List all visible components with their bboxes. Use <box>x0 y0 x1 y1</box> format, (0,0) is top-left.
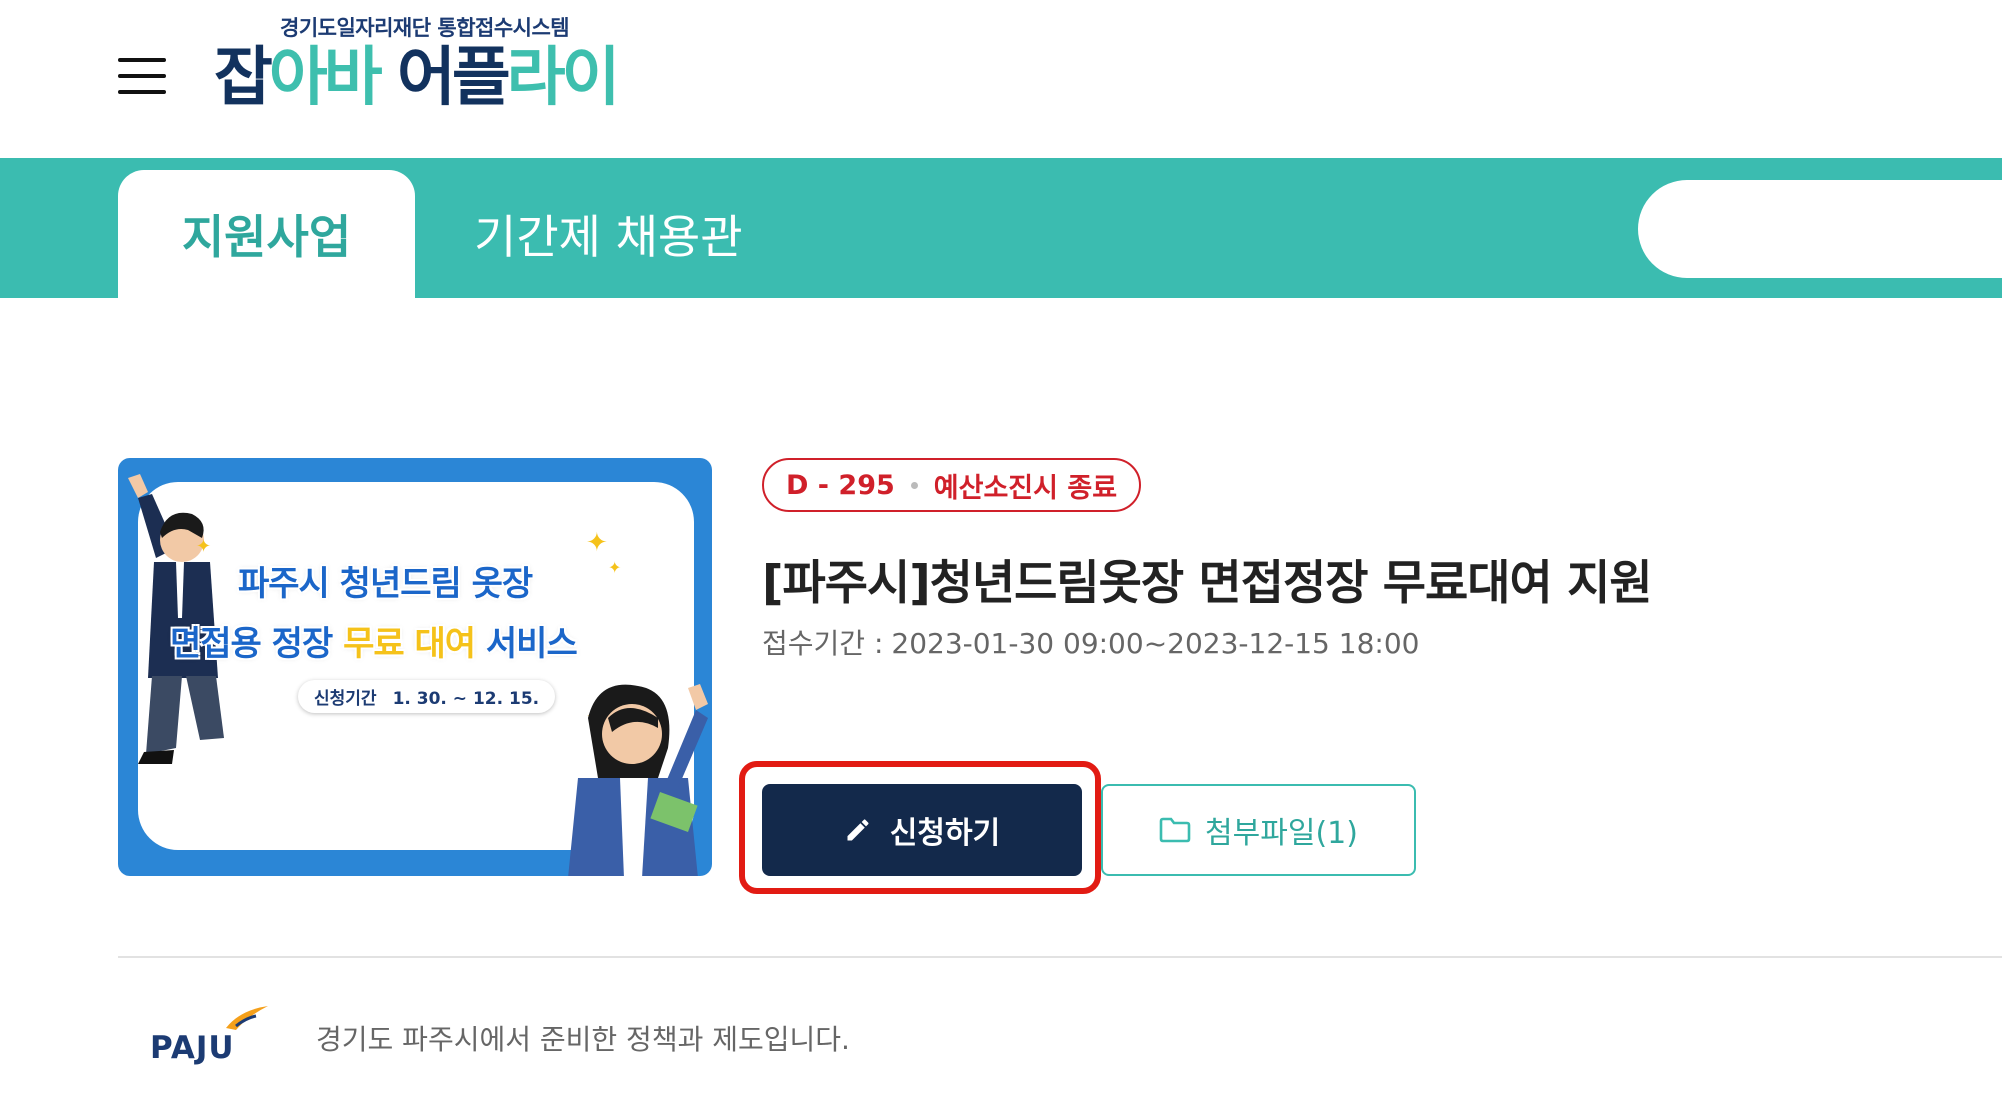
main-nav-bar: 지원사업 기간제 채용관 <box>0 158 2002 298</box>
tab-temporary-jobs[interactable]: 기간제 채용관 <box>474 170 743 298</box>
application-period: 접수기간 :2023-01-30 09:00~2023-12-15 18:00 <box>762 622 1419 662</box>
logo-wordmark: 잡아바 어플라이 <box>214 41 621 116</box>
apply-button[interactable]: 신청하기 <box>762 784 1082 876</box>
attachment-button-label: 첨부파일(1) <box>1205 816 1358 851</box>
paju-logo: PAJU <box>150 1000 270 1070</box>
logo-part: 아바 <box>268 41 397 115</box>
page: 경기도일자리재단 통합접수시스템 잡아바 어플라이 지원사업 기간제 채용관 ✦… <box>0 0 2002 1094</box>
thumbnail-headline-2: 면접용 정장 무료 대여 서비스 <box>170 616 578 665</box>
status-badge: D - 295 예산소진시 종료 <box>762 458 1142 512</box>
program-title[interactable]: [파주시]청년드림옷장 면접정장 무료대여 지원 <box>762 544 1653 613</box>
woman-illustration <box>568 684 708 876</box>
application-period-label: 접수기간 : <box>762 627 884 660</box>
sparkle-icon: ✦ <box>586 528 608 558</box>
thumbnail-text: 면접용 정장 <box>170 624 344 664</box>
thumbnail-period-label: 신청기간 <box>314 689 377 709</box>
thumbnail-text: 서비스 <box>475 624 578 664</box>
logo-part: 잡 <box>214 41 273 115</box>
sparkle-icon: ✦ <box>196 536 212 557</box>
footer-description: 경기도 파주시에서 준비한 정책과 제도입니다. <box>316 1023 850 1056</box>
apply-button-label: 신청하기 <box>889 816 1001 851</box>
paju-logo-text: PAJU <box>150 1030 235 1066</box>
divider <box>118 956 2002 958</box>
separator-dot <box>910 481 918 489</box>
nav-search-field[interactable] <box>1638 180 2002 278</box>
hamburger-menu-icon[interactable] <box>118 58 166 94</box>
paju-emblem-icon <box>226 1006 268 1030</box>
program-thumbnail[interactable]: ✦ ✦ ✦ ✦ 파주시 청년드림 옷장 면접용 정장 무료 대여 서비스 신청기… <box>118 458 712 876</box>
tab-support-programs[interactable]: 지원사업 <box>118 170 415 298</box>
d-day-count: D - 295 <box>786 469 895 501</box>
logo-part: 라이 <box>506 41 621 115</box>
budget-note: 예산소진시 종료 <box>933 472 1118 504</box>
pencil-icon <box>847 819 869 841</box>
thumbnail-period-value: 1. 30. ~ 12. 15. <box>392 689 540 709</box>
site-logo[interactable]: 경기도일자리재단 통합접수시스템 잡아바 어플라이 <box>214 12 644 122</box>
application-period-value: 2023-01-30 09:00~2023-12-15 18:00 <box>891 627 1420 660</box>
thumbnail-headline-1: 파주시 청년드림 옷장 <box>238 564 533 604</box>
folder-icon <box>1159 817 1191 843</box>
logo-part: 어플 <box>396 41 511 115</box>
sparkle-icon: ✦ <box>608 558 622 577</box>
attachment-button[interactable]: 첨부파일(1) <box>1101 784 1416 876</box>
logo-subtitle: 경기도일자리재단 통합접수시스템 <box>280 16 570 40</box>
thumbnail-period: 신청기간 1. 30. ~ 12. 15. <box>298 680 556 713</box>
thumbnail-highlight-text: 무료 대여 <box>343 624 476 664</box>
